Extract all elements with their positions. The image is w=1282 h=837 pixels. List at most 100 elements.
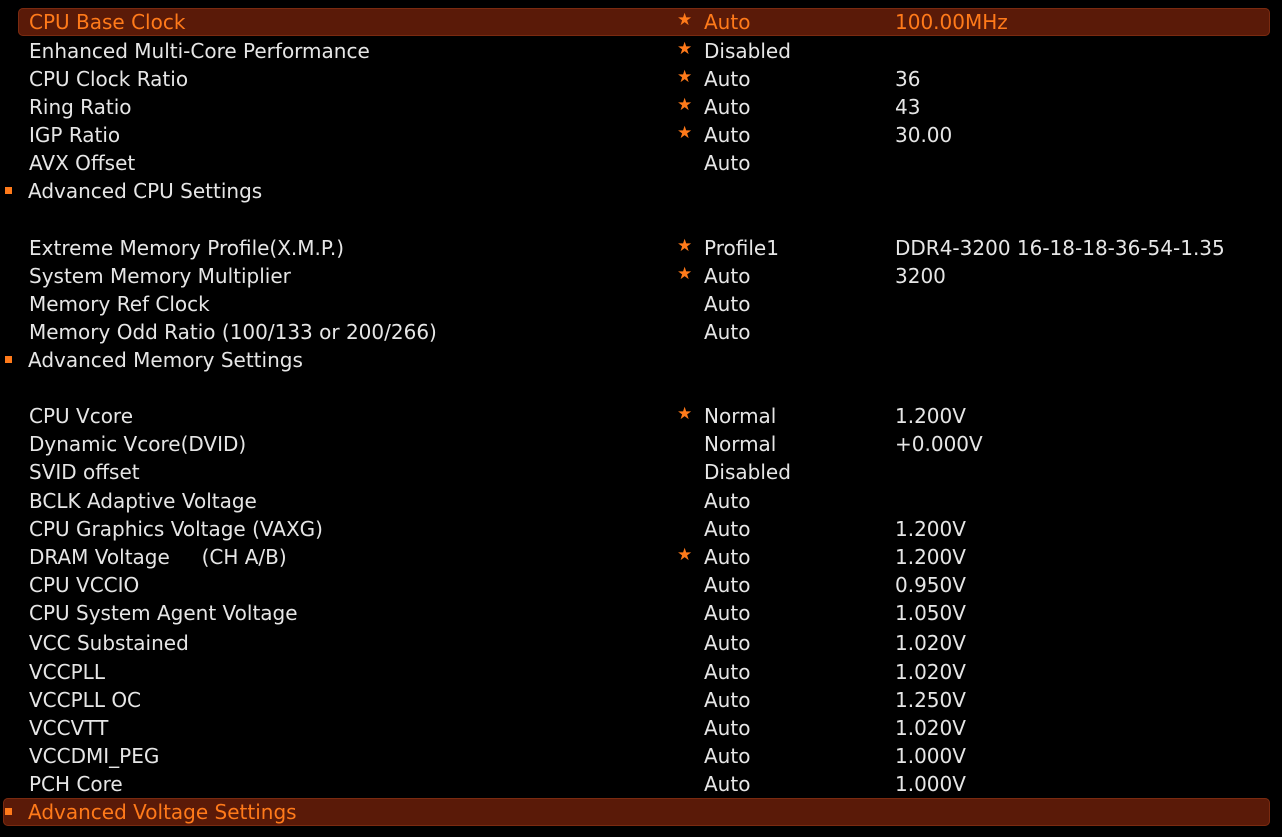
star-icon: ★ <box>677 236 693 256</box>
star-icon: ★ <box>677 10 693 30</box>
setting-value: Auto <box>704 660 751 684</box>
submenu-advanced-voltage-settings[interactable]: Advanced Voltage Settings <box>0 798 1282 826</box>
setting-label: CPU Clock Ratio <box>29 67 189 91</box>
setting-cpu-system-agent-voltage[interactable]: CPU System Agent Voltage Auto 1.050V <box>0 599 1282 627</box>
setting-label: CPU VCCIO <box>29 573 140 597</box>
setting-value: Profile1 <box>704 236 779 260</box>
setting-vccvtt[interactable]: VCCVTT Auto 1.020V <box>0 714 1282 742</box>
star-icon: ★ <box>677 404 693 424</box>
setting-value: Auto <box>704 545 751 569</box>
setting-label: IGP Ratio <box>29 123 121 147</box>
setting-current-value: 1.200V <box>895 545 966 569</box>
submenu-bullet-icon <box>5 187 12 194</box>
setting-value: Auto <box>704 10 751 34</box>
setting-value: Auto <box>704 151 751 175</box>
setting-value: Disabled <box>704 39 791 63</box>
setting-value: Disabled <box>704 460 791 484</box>
bios-settings-list: CPU Base Clock ★ Auto 100.00MHz Enhanced… <box>0 0 1282 837</box>
setting-memory-odd-ratio[interactable]: Memory Odd Ratio (100/133 or 200/266) Au… <box>0 318 1282 346</box>
setting-vccdmi-peg[interactable]: VCCDMI_PEG Auto 1.000V <box>0 742 1282 770</box>
star-icon: ★ <box>677 39 693 59</box>
setting-label: Dynamic Vcore(DVID) <box>29 432 247 456</box>
setting-bclk-adaptive-voltage[interactable]: BCLK Adaptive Voltage Auto <box>0 487 1282 515</box>
setting-value: Auto <box>704 744 751 768</box>
setting-dynamic-vcore[interactable]: Dynamic Vcore(DVID) Normal +0.000V <box>0 430 1282 458</box>
setting-pch-core[interactable]: PCH Core Auto 1.000V <box>0 770 1282 798</box>
setting-current-value: 1.250V <box>895 688 966 712</box>
setting-cpu-base-clock[interactable]: CPU Base Clock ★ Auto 100.00MHz <box>0 8 1282 36</box>
setting-label: CPU Vcore <box>29 404 134 428</box>
setting-label: Ring Ratio <box>29 95 132 119</box>
submenu-bullet-icon <box>5 356 12 363</box>
setting-cpu-vcore[interactable]: CPU Vcore ★ Normal 1.200V <box>0 402 1282 430</box>
setting-memory-ref-clock[interactable]: Memory Ref Clock Auto <box>0 290 1282 318</box>
setting-label: SVID offset <box>29 460 140 484</box>
setting-current-value: +0.000V <box>895 432 983 456</box>
setting-current-value: 1.020V <box>895 660 966 684</box>
setting-system-memory-multiplier[interactable]: System Memory Multiplier ★ Auto 3200 <box>0 262 1282 290</box>
setting-vccpll[interactable]: VCCPLL Auto 1.020V <box>0 658 1282 686</box>
setting-svid-offset[interactable]: SVID offset Disabled <box>0 458 1282 486</box>
setting-label: CPU Graphics Voltage (VAXG) <box>29 517 323 541</box>
setting-current-value: 43 <box>895 95 921 119</box>
star-icon: ★ <box>677 123 693 143</box>
setting-ring-ratio[interactable]: Ring Ratio ★ Auto 43 <box>0 93 1282 121</box>
setting-current-value: 3200 <box>895 264 946 288</box>
setting-label: BCLK Adaptive Voltage <box>29 489 257 513</box>
setting-value: Normal <box>704 404 777 428</box>
setting-cpu-vccio[interactable]: CPU VCCIO Auto 0.950V <box>0 571 1282 599</box>
submenu-advanced-cpu-settings[interactable]: Advanced CPU Settings <box>0 177 1282 205</box>
star-icon: ★ <box>677 67 693 87</box>
setting-enhanced-multi-core-performance[interactable]: Enhanced Multi-Core Performance ★ Disabl… <box>0 37 1282 65</box>
setting-value: Auto <box>704 320 751 344</box>
setting-value: Auto <box>704 601 751 625</box>
setting-label: CPU System Agent Voltage <box>29 601 298 625</box>
star-icon: ★ <box>677 95 693 115</box>
setting-label: VCCPLL OC <box>29 688 142 712</box>
star-icon: ★ <box>677 264 693 284</box>
setting-current-value: 1.020V <box>895 631 966 655</box>
setting-value: Auto <box>704 772 751 796</box>
setting-current-value: DDR4-3200 16-18-18-36-54-1.35 <box>895 236 1225 260</box>
setting-current-value: 1.000V <box>895 744 966 768</box>
setting-label: DRAM Voltage (CH A/B) <box>29 545 287 569</box>
setting-label: Advanced Memory Settings <box>28 348 303 372</box>
setting-cpu-graphics-voltage[interactable]: CPU Graphics Voltage (VAXG) Auto 1.200V <box>0 515 1282 543</box>
setting-label: Memory Odd Ratio (100/133 or 200/266) <box>29 320 437 344</box>
setting-avx-offset[interactable]: AVX Offset Auto <box>0 149 1282 177</box>
setting-igp-ratio[interactable]: IGP Ratio ★ Auto 30.00 <box>0 121 1282 149</box>
setting-value: Auto <box>704 716 751 740</box>
setting-value: Auto <box>704 123 751 147</box>
setting-current-value: 0.950V <box>895 573 966 597</box>
setting-label: Advanced Voltage Settings <box>28 800 297 824</box>
setting-label: VCCDMI_PEG <box>29 744 160 768</box>
star-icon: ★ <box>677 545 693 565</box>
setting-current-value: 100.00MHz <box>895 10 1008 34</box>
setting-current-value: 30.00 <box>895 123 953 147</box>
setting-extreme-memory-profile[interactable]: Extreme Memory Profile(X.M.P.) ★ Profile… <box>0 234 1282 262</box>
setting-current-value: 1.200V <box>895 517 966 541</box>
setting-vcc-substained[interactable]: VCC Substained Auto 1.020V <box>0 629 1282 657</box>
setting-label: Enhanced Multi-Core Performance <box>29 39 370 63</box>
setting-label: System Memory Multiplier <box>29 264 291 288</box>
setting-current-value: 1.000V <box>895 772 966 796</box>
setting-cpu-clock-ratio[interactable]: CPU Clock Ratio ★ Auto 36 <box>0 65 1282 93</box>
setting-value: Auto <box>704 292 751 316</box>
setting-dram-voltage[interactable]: DRAM Voltage (CH A/B) ★ Auto 1.200V <box>0 543 1282 571</box>
setting-current-value: 1.020V <box>895 716 966 740</box>
setting-value: Normal <box>704 432 777 456</box>
setting-value: Auto <box>704 489 751 513</box>
setting-label: Memory Ref Clock <box>29 292 210 316</box>
setting-label: CPU Base Clock <box>29 10 186 34</box>
setting-label: VCCVTT <box>29 716 109 740</box>
setting-vccpll-oc[interactable]: VCCPLL OC Auto 1.250V <box>0 686 1282 714</box>
setting-label: Advanced CPU Settings <box>28 179 263 203</box>
setting-value: Auto <box>704 67 751 91</box>
setting-label: VCC Substained <box>29 631 189 655</box>
setting-label: VCCPLL <box>29 660 105 684</box>
setting-value: Auto <box>704 688 751 712</box>
submenu-bullet-icon <box>5 808 12 815</box>
setting-value: Auto <box>704 573 751 597</box>
setting-label: Extreme Memory Profile(X.M.P.) <box>29 236 345 260</box>
submenu-advanced-memory-settings[interactable]: Advanced Memory Settings <box>0 346 1282 374</box>
